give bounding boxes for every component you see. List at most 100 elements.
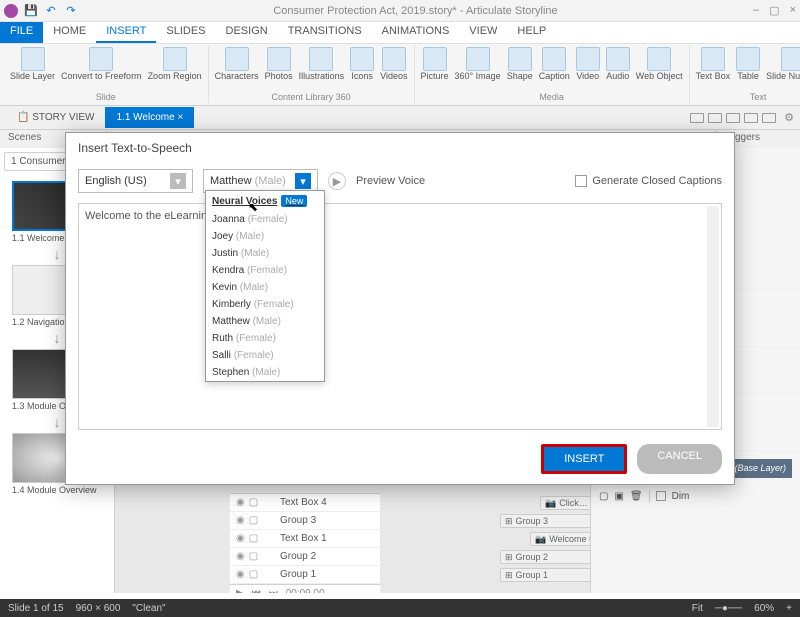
play-preview-icon[interactable]: ▶ xyxy=(328,172,346,190)
ribbon-shape[interactable]: Shape xyxy=(505,46,535,82)
ribbon-videos[interactable]: Videos xyxy=(378,46,409,82)
timeline-clip[interactable]: ⊞ Group 3 xyxy=(500,514,590,528)
settings-icon[interactable]: ⚙ xyxy=(784,111,794,124)
timeline-row[interactable]: ◉▢Group 1⊞ Group 1 xyxy=(230,566,380,584)
skip-end-icon[interactable]: ⏭ xyxy=(269,588,278,593)
ribbon-convert-freeform[interactable]: Convert to Freeform xyxy=(59,46,144,82)
voice-option[interactable]: Justin (Male) xyxy=(206,245,324,262)
tab-transitions[interactable]: TRANSITIONS xyxy=(278,22,372,43)
status-size: 960 × 600 xyxy=(76,603,121,614)
ribbon-text-box[interactable]: Text Box xyxy=(694,46,733,82)
view-tabs: 📋 STORY VIEW 1.1 Welcome × ⚙ xyxy=(0,106,800,130)
voice-option[interactable]: Ruth (Female) xyxy=(206,330,324,347)
ribbon-web-object[interactable]: Web Object xyxy=(634,46,685,82)
tab-slides[interactable]: SLIDES xyxy=(156,22,215,43)
voice-option[interactable]: Joey (Male) xyxy=(206,228,324,245)
ribbon-audio[interactable]: Audio xyxy=(604,46,632,82)
ribbon-illustrations[interactable]: Illustrations xyxy=(297,46,347,82)
titlebar: 💾 ↶ ↷ Consumer Protection Act, 2019.stor… xyxy=(0,0,800,22)
save-icon[interactable]: 💾 xyxy=(24,4,38,18)
preview-voice-label[interactable]: Preview Voice xyxy=(356,175,425,187)
zoom-value: 60% xyxy=(754,603,774,614)
ribbon-table[interactable]: Table xyxy=(734,46,762,82)
scrollbar[interactable] xyxy=(707,206,719,427)
timeline-clip[interactable]: ⊞ Group 1 xyxy=(500,568,590,582)
skip-start-icon[interactable]: ⏮ xyxy=(252,588,261,593)
zoom-in-icon[interactable]: + xyxy=(786,603,792,614)
voice-option[interactable]: Kevin (Male) xyxy=(206,279,324,296)
chevron-down-icon: ▾ xyxy=(295,173,311,189)
device-preview-icons[interactable] xyxy=(690,113,776,123)
timeline-clip[interactable]: 📷 Click… xyxy=(540,496,590,510)
window-title: Consumer Protection Act, 2019.story* - A… xyxy=(78,5,753,17)
ribbon-video[interactable]: Video xyxy=(574,46,602,82)
lock-icon[interactable]: ▢ xyxy=(249,551,258,562)
ribbon-slide-number[interactable]: Slide Number xyxy=(764,46,800,82)
scene-tab[interactable]: 1 Consumer xyxy=(4,152,72,171)
voice-option[interactable]: Salli (Female) xyxy=(206,347,324,364)
insert-button[interactable]: INSERT xyxy=(541,444,627,474)
timeline-row[interactable]: ◉▢Group 2⊞ Group 2 xyxy=(230,548,380,566)
tab-story-view[interactable]: 📋 STORY VIEW xyxy=(6,107,105,128)
tab-home[interactable]: HOME xyxy=(43,22,96,43)
window-controls: – ▢ × xyxy=(753,4,796,17)
ribbon-characters[interactable]: Characters xyxy=(213,46,261,82)
redo-icon[interactable]: ↷ xyxy=(64,4,78,18)
status-slide: Slide 1 of 15 xyxy=(8,603,64,614)
eye-icon[interactable]: ◉ xyxy=(236,569,245,580)
tab-insert[interactable]: INSERT xyxy=(96,22,156,43)
fit-button[interactable]: Fit xyxy=(692,603,703,614)
language-select[interactable]: English (US) ▾ xyxy=(78,169,193,193)
ribbon-slide-layer[interactable]: Slide Layer xyxy=(8,46,57,82)
timeline-row[interactable]: ◉▢Text Box 1📷 Welcome to the eLearning c… xyxy=(230,530,380,548)
add-layer-icon[interactable]: ▢ xyxy=(599,491,608,502)
ribbon-photos[interactable]: Photos xyxy=(263,46,295,82)
delete-layer-icon[interactable]: 🗑 xyxy=(630,491,643,502)
timeline-clip[interactable]: 📷 Welcome to the eLearning course on xyxy=(530,532,590,546)
tab-help[interactable]: HELP xyxy=(507,22,556,43)
close-button[interactable]: × xyxy=(790,4,796,17)
eye-icon[interactable]: ◉ xyxy=(236,497,245,508)
voice-option[interactable]: Kimberly (Female) xyxy=(206,296,324,313)
checkbox-icon xyxy=(575,175,587,187)
lock-icon[interactable]: ▢ xyxy=(249,569,258,580)
tts-text-input[interactable]: Welcome to the eLearning course xyxy=(78,203,722,430)
tab-view[interactable]: VIEW xyxy=(459,22,507,43)
ribbon-icons[interactable]: Icons xyxy=(348,46,376,82)
ribbon-zoom-region[interactable]: Zoom Region xyxy=(146,46,204,82)
status-bar: Slide 1 of 15 960 × 600 "Clean" Fit ─●──… xyxy=(0,599,800,617)
timeline-row[interactable]: ◉▢Text Box 4📷 Click… xyxy=(230,494,380,512)
ribbon-caption[interactable]: Caption xyxy=(537,46,572,82)
lock-icon[interactable]: ▢ xyxy=(249,533,258,544)
voice-option[interactable]: Stephen (Male) xyxy=(206,364,324,381)
tab-file[interactable]: FILE xyxy=(0,22,43,43)
play-icon[interactable]: ▶ xyxy=(236,588,244,593)
quick-access-toolbar: 💾 ↶ ↷ xyxy=(24,4,78,18)
tab-design[interactable]: DESIGN xyxy=(216,22,278,43)
eye-icon[interactable]: ◉ xyxy=(236,533,245,544)
voice-option[interactable]: Matthew (Male) xyxy=(206,313,324,330)
tab-animations[interactable]: ANIMATIONS xyxy=(372,22,460,43)
ribbon-picture[interactable]: Picture xyxy=(419,46,451,82)
eye-icon[interactable]: ◉ xyxy=(236,515,245,526)
undo-icon[interactable]: ↶ xyxy=(44,4,58,18)
maximize-button[interactable]: ▢ xyxy=(769,4,779,17)
timeline-panel: ◉▢Text Box 4📷 Click… ◉▢Group 3⊞ Group 3 … xyxy=(230,493,380,593)
minimize-button[interactable]: – xyxy=(753,4,759,17)
lock-icon[interactable]: ▢ xyxy=(249,497,258,508)
dim-checkbox[interactable] xyxy=(656,491,666,501)
timeline-row[interactable]: ◉▢Group 3⊞ Group 3 xyxy=(230,512,380,530)
lock-icon[interactable]: ▢ xyxy=(249,515,258,526)
voice-option[interactable]: Joanna (Female) xyxy=(206,211,324,228)
timeline-clip[interactable]: ⊞ Group 2 xyxy=(500,550,590,564)
closed-captions-checkbox[interactable]: Generate Closed Captions xyxy=(575,175,722,187)
duplicate-layer-icon[interactable]: ▣ xyxy=(614,491,623,502)
zoom-slider[interactable]: ─●── xyxy=(715,603,742,614)
cancel-button[interactable]: CANCEL xyxy=(637,444,722,474)
tab-slide-welcome[interactable]: 1.1 Welcome × xyxy=(105,107,194,128)
ribbon: Slide Layer Convert to Freeform Zoom Reg… xyxy=(0,44,800,106)
eye-icon[interactable]: ◉ xyxy=(236,551,245,562)
voice-option[interactable]: Kendra (Female) xyxy=(206,262,324,279)
new-badge: New xyxy=(281,195,307,207)
ribbon-360-image[interactable]: 360° Image xyxy=(453,46,503,82)
